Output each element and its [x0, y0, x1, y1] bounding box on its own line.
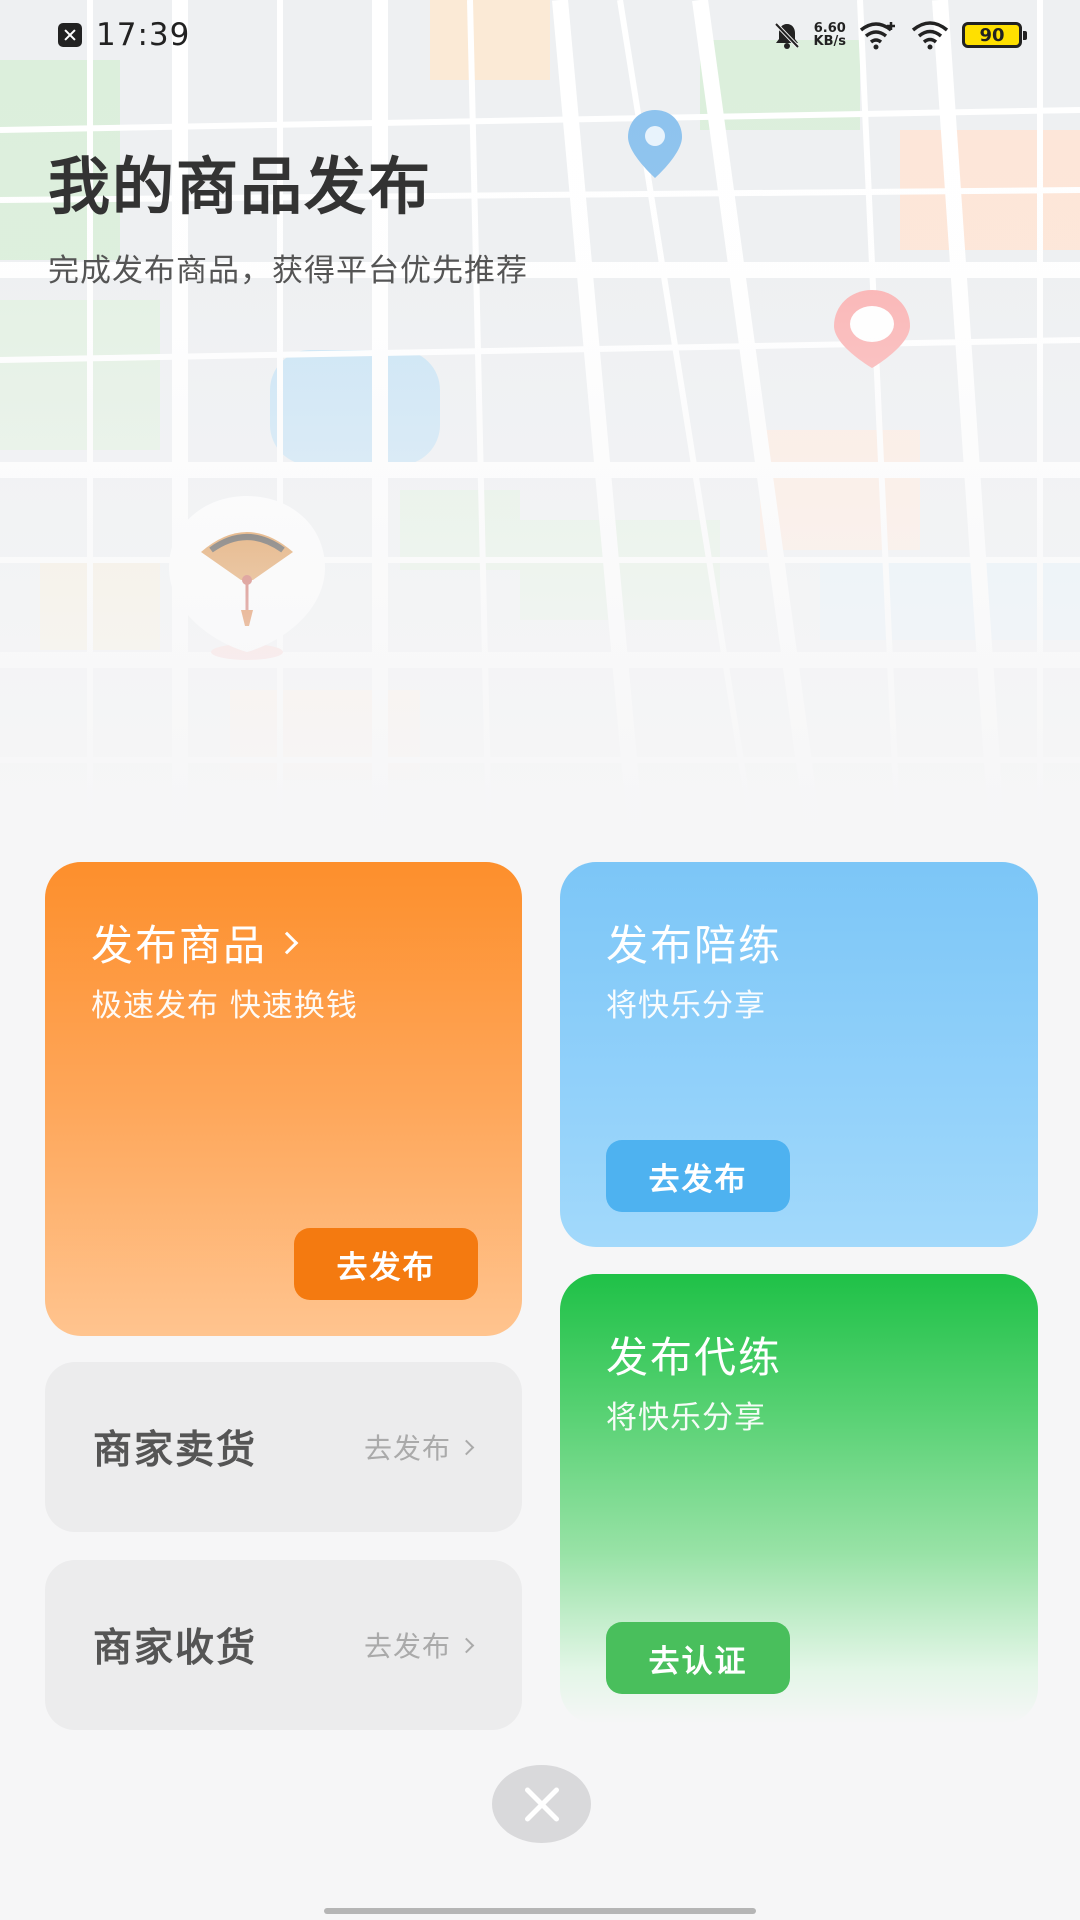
mobile-wifi-icon	[859, 22, 895, 50]
merchant-sell-action-text: 去发布	[363, 1432, 451, 1465]
publish-goods-button[interactable]: 去发布	[294, 1228, 478, 1300]
page-subtitle: 完成发布商品，获得平台优先推荐	[48, 253, 528, 289]
network-speed-unit: KB/s	[813, 34, 846, 49]
certify-dailian-button[interactable]: 去认证	[606, 1622, 790, 1694]
publish-peilian-card[interactable]: 发布陪练 将快乐分享 去发布	[560, 862, 1038, 1247]
page-title: 我的商品发布	[48, 150, 433, 223]
network-speed: 6.60 KB/s	[814, 22, 846, 48]
merchant-sell-row[interactable]: 商家卖货 去发布	[45, 1362, 522, 1532]
map-background	[0, 0, 1080, 880]
publish-goods-card[interactable]: 发布商品 极速发布 快速换钱 去发布	[45, 862, 522, 1336]
publish-goods-title: 发布商品	[91, 912, 299, 973]
status-bar: 17:39 6.60 KB/s 90	[0, 0, 1080, 70]
merchant-buy-row[interactable]: 商家收货 去发布	[45, 1560, 522, 1730]
publish-screen: 17:39 6.60 KB/s 90 我的商品发布 完成发布商品，获得平台优先推…	[0, 0, 1080, 1920]
home-indicator[interactable]	[324, 1908, 756, 1914]
wifi-icon	[911, 21, 949, 50]
battery-icon: 90	[962, 22, 1027, 48]
status-right: 6.60 KB/s 90	[772, 20, 1027, 50]
folding-fan-icon	[165, 492, 330, 662]
publish-dailian-card[interactable]: 发布代练 将快乐分享 去认证	[560, 1274, 1038, 1724]
publish-goods-title-text: 发布商品	[91, 921, 268, 970]
mute-bell-icon	[774, 22, 799, 49]
merchant-buy-label: 商家收货	[93, 1626, 258, 1671]
publish-peilian-button[interactable]: 去发布	[606, 1140, 790, 1212]
map-pin-icon	[628, 110, 682, 178]
status-left: 17:39	[58, 17, 190, 53]
chevron-right-icon	[458, 1637, 475, 1653]
chevron-right-icon	[458, 1439, 475, 1455]
map-pin-icon	[834, 290, 910, 368]
merchant-sell-label: 商家卖货	[93, 1428, 258, 1473]
merchant-sell-action[interactable]: 去发布	[363, 1362, 475, 1532]
publish-peilian-desc: 将快乐分享	[606, 988, 766, 1024]
publish-dailian-desc: 将快乐分享	[606, 1400, 766, 1436]
publish-dailian-title: 发布代练	[606, 1333, 783, 1382]
merchant-buy-action[interactable]: 去发布	[363, 1560, 475, 1730]
merchant-buy-action-text: 去发布	[363, 1630, 451, 1663]
chevron-right-icon	[275, 931, 299, 954]
status-time: 17:39	[96, 17, 191, 53]
publish-goods-desc: 极速发布 快速换钱	[91, 988, 358, 1024]
notification-icon	[58, 23, 82, 47]
publish-peilian-title: 发布陪练	[606, 921, 783, 970]
close-icon[interactable]	[492, 1765, 591, 1843]
